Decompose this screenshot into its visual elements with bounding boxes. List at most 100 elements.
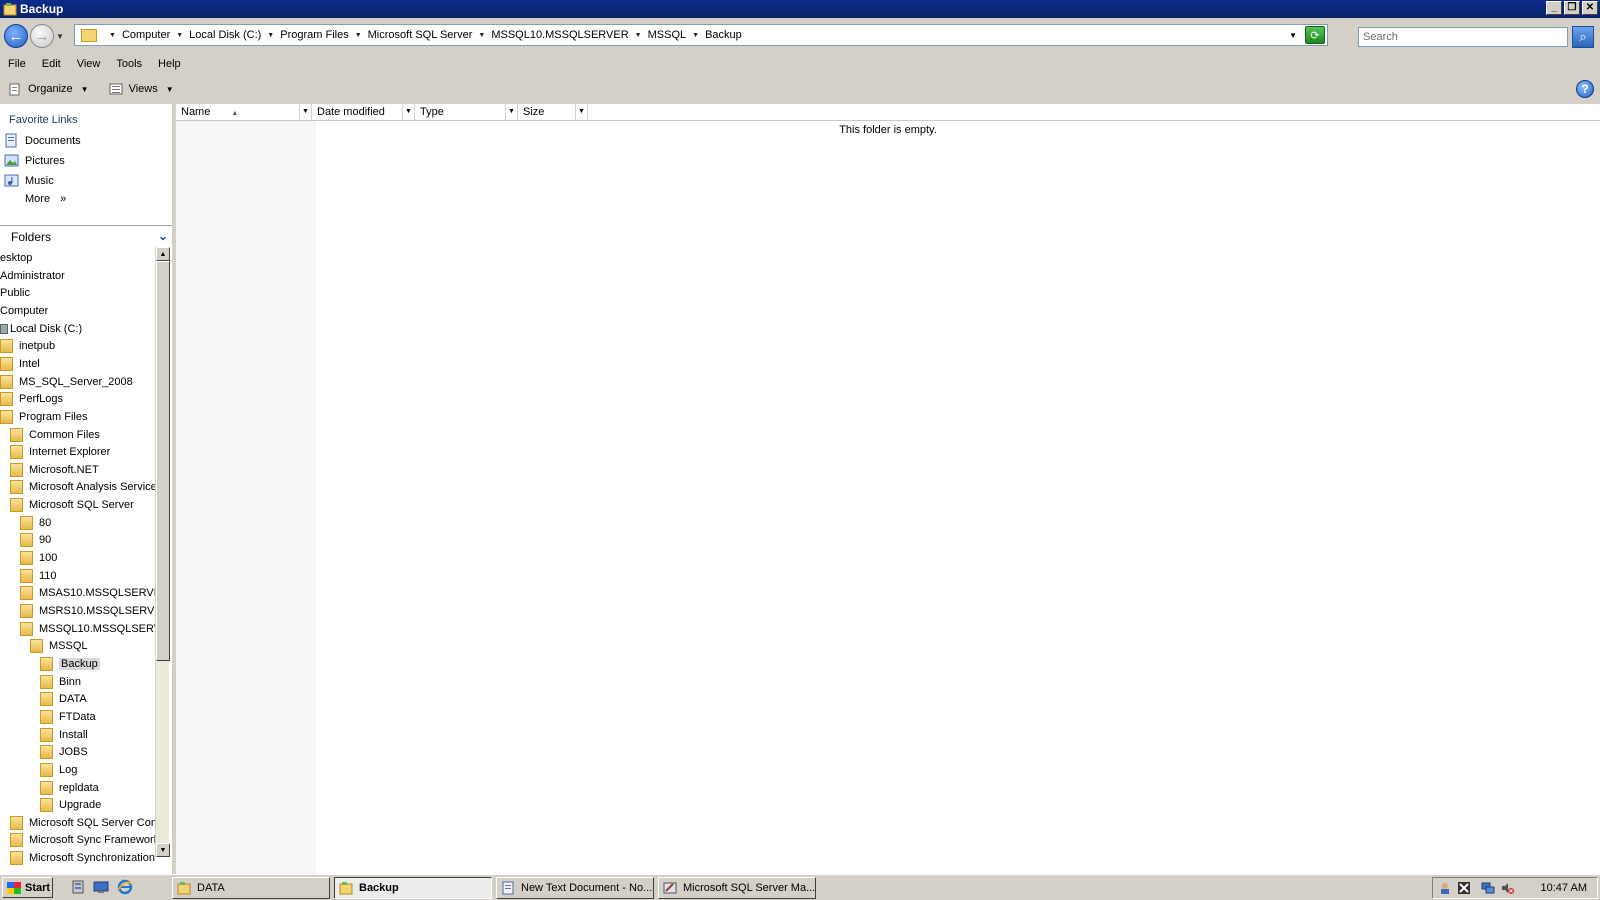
favorite-pictures[interactable]: Pictures (4, 153, 65, 168)
internet-explorer-icon[interactable] (117, 879, 133, 895)
folder-tree-item[interactable]: Install (40, 726, 88, 744)
folder-tree-item[interactable]: Log (40, 761, 77, 779)
taskbar-item-sql-server-management[interactable]: Microsoft SQL Server Ma... (658, 877, 816, 899)
scroll-thumb[interactable] (156, 261, 170, 661)
folder-tree-item[interactable]: Administrator (0, 267, 65, 285)
folder-tree-item[interactable]: PerfLogs (0, 390, 63, 408)
clock[interactable]: 10:47 AM (1541, 882, 1587, 894)
folder-tree-item[interactable]: 80 (20, 514, 51, 532)
address-box[interactable]: ▼ Computer ▼ Local Disk (C:) ▼ Program F… (74, 24, 1328, 46)
views-button[interactable]: Views ▼ (109, 82, 174, 96)
address-history-dropdown[interactable]: ▼ (1289, 31, 1297, 40)
menu-view[interactable]: View (69, 58, 109, 70)
folder-tree-item[interactable]: Common Files (10, 426, 100, 444)
taskbar-item-backup[interactable]: Backup (334, 877, 492, 899)
favorite-music[interactable]: Music (4, 173, 54, 188)
back-button[interactable]: ← (4, 24, 28, 48)
folder-tree-item[interactable]: Internet Explorer (10, 443, 110, 461)
folder-tree-item[interactable]: 100 (20, 549, 57, 567)
network-icon[interactable] (1481, 881, 1495, 895)
folder-tree-item[interactable]: Microsoft SQL Server Com (10, 814, 155, 832)
scroll-up-arrow-icon[interactable]: ▲ (156, 247, 170, 261)
start-button[interactable]: Start (2, 877, 53, 898)
folder-tree-item[interactable]: Microsoft Analysis Service (10, 478, 155, 496)
file-list-pane[interactable]: Name ▲ ▼ Date modified ▼ Type ▼ Size ▼ T… (176, 104, 1600, 874)
favorite-documents[interactable]: Documents (4, 133, 81, 148)
chevron-down-icon[interactable]: ▼ (166, 85, 174, 94)
menu-edit[interactable]: Edit (34, 58, 69, 70)
restore-button[interactable]: ❐ (1564, 1, 1580, 15)
column-filter-dropdown[interactable]: ▼ (402, 104, 414, 120)
breadcrumb-arrow[interactable]: ▼ (692, 32, 699, 39)
menu-tools[interactable]: Tools (108, 58, 150, 70)
menu-help[interactable]: Help (150, 58, 189, 70)
folder-tree-item[interactable]: 110 (20, 567, 57, 585)
breadcrumb-mssql10[interactable]: MSSQL10.MSSQLSERVER (491, 29, 628, 41)
show-desktop-icon[interactable] (93, 879, 109, 895)
folder-tree-item[interactable]: MSSQL (30, 637, 88, 655)
breadcrumb-program-files[interactable]: Program Files (280, 29, 348, 41)
folder-tree-item[interactable]: repldata (40, 779, 99, 797)
folder-tree-item[interactable]: JOBS (40, 743, 88, 761)
breadcrumb-root-arrow[interactable]: ▼ (109, 32, 116, 39)
folder-tree-item[interactable]: 90 (20, 531, 51, 549)
breadcrumb-computer[interactable]: Computer (122, 29, 170, 41)
breadcrumb-arrow[interactable]: ▼ (478, 32, 485, 39)
menu-file[interactable]: File (0, 58, 34, 70)
minimize-button[interactable]: _ (1546, 1, 1562, 15)
refresh-icon[interactable]: ⟳ (1305, 26, 1325, 44)
forward-button[interactable]: → (30, 24, 54, 48)
folder-tree-item[interactable]: MSSQL10.MSSQLSERVEI (20, 620, 155, 638)
volume-muted-icon[interactable] (1500, 881, 1514, 895)
breadcrumb-sql-server[interactable]: Microsoft SQL Server (368, 29, 473, 41)
folder-tree-item[interactable]: Microsoft Sync Framework (10, 831, 155, 849)
organize-button[interactable]: Organize ▼ (8, 82, 89, 96)
breadcrumb-arrow[interactable]: ▼ (635, 32, 642, 39)
folder-tree-item[interactable]: Program Files (0, 408, 87, 426)
breadcrumb-local-disk[interactable]: Local Disk (C:) (189, 29, 261, 41)
breadcrumb-mssql[interactable]: MSSQL (648, 29, 687, 41)
breadcrumb-arrow[interactable]: ▼ (267, 32, 274, 39)
server-manager-icon[interactable] (70, 879, 86, 895)
folder-tree-item[interactable]: Microsoft SQL Server (10, 496, 134, 514)
column-filter-dropdown[interactable]: ▼ (505, 104, 517, 120)
folder-tree-item[interactable]: inetpub (0, 337, 55, 355)
folder-tree-item[interactable]: Backup (40, 655, 100, 673)
breadcrumb-arrow[interactable]: ▼ (176, 32, 183, 39)
column-filter-dropdown[interactable]: ▼ (299, 104, 311, 120)
folder-tree-item[interactable]: esktop (0, 249, 32, 267)
column-type[interactable]: Type ▼ (415, 104, 518, 121)
folder-tree-item[interactable]: Binn (40, 673, 81, 691)
user-icon[interactable] (1438, 881, 1452, 895)
folder-tree-item[interactable]: Microsoft.NET (10, 461, 99, 479)
folder-tree-scrollbar[interactable]: ▲ ▼ (155, 247, 170, 857)
folder-tree-item[interactable]: Public (0, 284, 30, 302)
folder-tree-item[interactable]: MSRS10.MSSQLSERVER (20, 602, 155, 620)
folder-tree-item[interactable]: MSAS10.MSSQLSERVER (20, 584, 155, 602)
chevron-down-icon[interactable]: ⌄ (158, 229, 168, 243)
recent-pages-dropdown[interactable]: ▼ (56, 32, 64, 41)
tools-icon[interactable] (1457, 881, 1471, 895)
folder-tree-item[interactable]: FTData (40, 708, 96, 726)
search-icon[interactable]: ⌕ (1572, 26, 1594, 48)
column-filter-dropdown[interactable]: ▼ (575, 104, 587, 120)
folder-tree-item[interactable]: Microsoft Synchronization (10, 849, 155, 867)
search-input[interactable]: Search (1358, 27, 1568, 47)
breadcrumb-arrow[interactable]: ▼ (355, 32, 362, 39)
column-date-modified[interactable]: Date modified ▼ (312, 104, 415, 121)
scroll-down-arrow-icon[interactable]: ▼ (156, 843, 170, 857)
favorite-more-link[interactable]: More » (25, 193, 66, 205)
folder-tree-item[interactable]: Intel (0, 355, 40, 373)
folder-tree-item[interactable]: DATA (40, 690, 87, 708)
column-size[interactable]: Size ▼ (518, 104, 588, 121)
folder-tree-item[interactable]: Local Disk (C:) (0, 320, 82, 338)
breadcrumb-backup[interactable]: Backup (705, 29, 742, 41)
taskbar-item-data[interactable]: DATA (172, 877, 330, 899)
close-button[interactable]: ✕ (1582, 1, 1598, 15)
help-icon[interactable]: ? (1576, 80, 1594, 98)
folder-tree-item[interactable]: MS_SQL_Server_2008 (0, 373, 133, 391)
folder-tree-item[interactable]: Upgrade (40, 796, 101, 814)
column-name[interactable]: Name ▲ ▼ (176, 104, 312, 121)
folder-tree-item[interactable]: Computer (0, 302, 48, 320)
folders-header[interactable]: Folders ⌄ (0, 225, 172, 247)
